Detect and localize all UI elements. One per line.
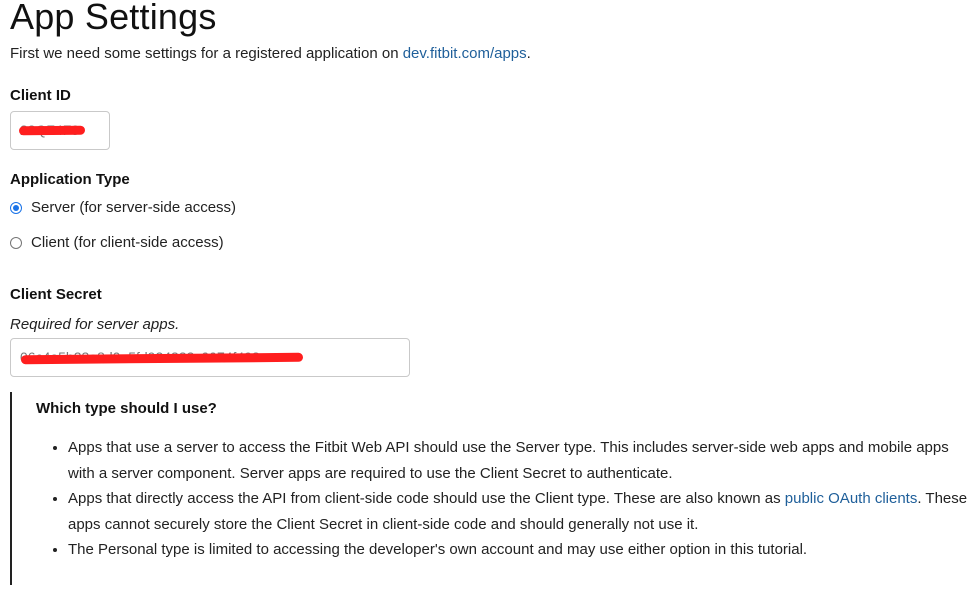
radio-option-server[interactable]: Server (for server-side access) [10,199,236,216]
application-type-label: Application Type [10,171,130,188]
guidance-heading: Which type should I use? [36,400,217,417]
page-title: App Settings [10,0,217,37]
fitbit-apps-link[interactable]: dev.fitbit.com/apps [403,45,527,62]
radio-server[interactable] [10,201,22,214]
app-settings-page: App Settings First we need some settings… [0,0,978,605]
radio-client[interactable] [10,236,22,249]
client-id-input[interactable]: 23QZ4F9 [10,111,110,150]
radio-client-label: Client (for client-side access) [31,234,224,251]
client-secret-help: Required for server apps. [10,316,180,333]
intro-suffix: . [526,45,531,62]
type-guidance-blockquote: Which type should I use? Apps that use a… [10,392,970,585]
client-id-label: Client ID [10,87,71,104]
intro-prefix: First we need some settings for a regist… [10,45,403,62]
list-item: Apps that directly access the API from c… [68,486,970,537]
redaction-mark [18,125,86,136]
client-secret-label: Client Secret [10,286,102,303]
client-secret-input[interactable]: 06c4a5b23a8d0a5fd924333c0074f498 [10,338,410,377]
item2-prefix: Apps that directly access the API from c… [68,490,785,507]
public-oauth-clients-link[interactable]: public OAuth clients [785,490,918,507]
intro-text: First we need some settings for a regist… [10,45,531,62]
list-item: The Personal type is limited to accessin… [68,537,970,563]
list-item: Apps that use a server to access the Fit… [68,435,970,486]
radio-server-label: Server (for server-side access) [31,199,237,216]
guidance-list: Apps that use a server to access the Fit… [36,435,970,563]
radio-option-client[interactable]: Client (for client-side access) [10,234,224,251]
